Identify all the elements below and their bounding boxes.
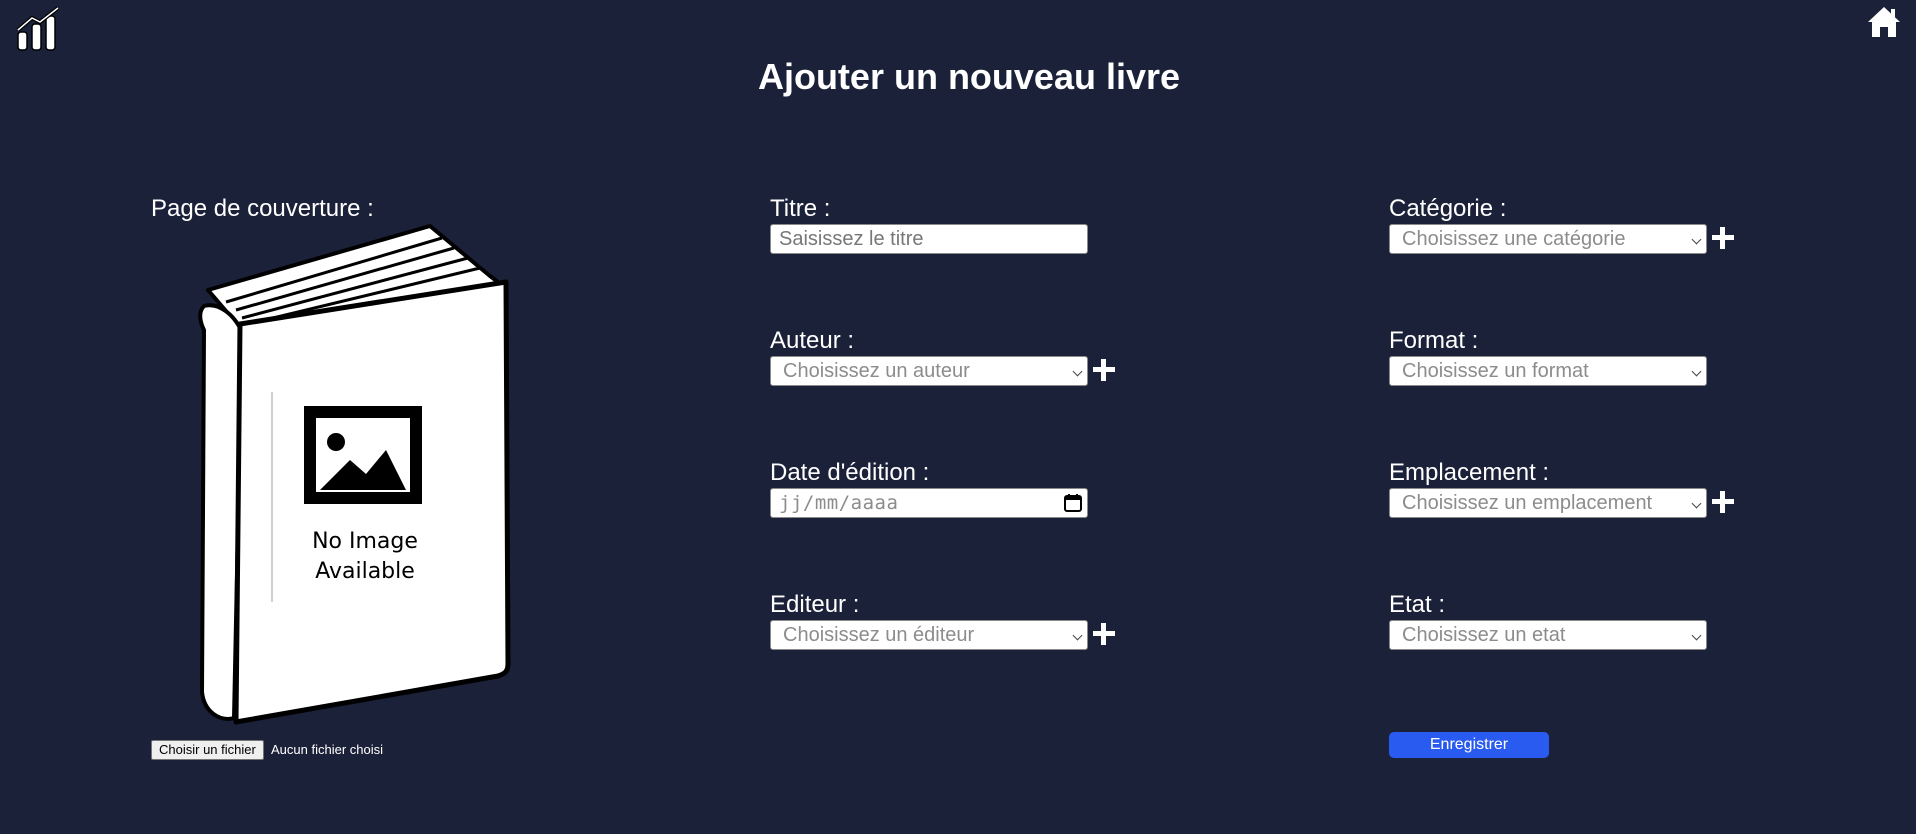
categorie-label: Catégorie : bbox=[1389, 195, 1507, 222]
format-label: Format : bbox=[1389, 327, 1479, 354]
home-icon[interactable] bbox=[1866, 4, 1902, 40]
no-image-book-illustration: No Image Available bbox=[198, 224, 511, 725]
date-placeholder: jj/mm/aaaa bbox=[779, 492, 899, 514]
choose-file-button[interactable]: Choisir un fichier bbox=[151, 740, 264, 760]
cover-label: Page de couverture : bbox=[151, 195, 374, 222]
categorie-placeholder: Choisissez une catégorie bbox=[1402, 228, 1626, 250]
format-select[interactable]: Choisissez un format bbox=[1389, 356, 1707, 386]
date-edition-label: Date d'édition : bbox=[770, 459, 930, 486]
bar-chart-logo-icon bbox=[16, 6, 60, 51]
editeur-label: Editeur : bbox=[770, 591, 860, 618]
emplacement-select[interactable]: Choisissez un emplacement bbox=[1389, 488, 1707, 518]
page-title: Ajouter un nouveau livre bbox=[757, 56, 1181, 97]
emplacement-label: Emplacement : bbox=[1389, 459, 1550, 486]
chevron-down-icon bbox=[1691, 366, 1702, 377]
chevron-down-icon bbox=[1072, 630, 1083, 641]
emplacement-placeholder: Choisissez un emplacement bbox=[1402, 492, 1653, 514]
no-image-text-line2: Available bbox=[315, 559, 415, 584]
add-emplacement-plus-icon[interactable] bbox=[1711, 490, 1735, 514]
titre-label: Titre : bbox=[770, 195, 831, 222]
file-status-text: Aucun fichier choisi bbox=[271, 742, 383, 757]
chevron-down-icon bbox=[1691, 498, 1702, 509]
format-placeholder: Choisissez un format bbox=[1402, 360, 1589, 382]
titre-input[interactable]: Saisissez le titre bbox=[770, 224, 1088, 254]
chevron-down-icon bbox=[1072, 366, 1083, 377]
titre-placeholder: Saisissez le titre bbox=[779, 228, 924, 250]
editeur-select[interactable]: Choisissez un éditeur bbox=[770, 620, 1088, 650]
auteur-select[interactable]: Choisissez un auteur bbox=[770, 356, 1088, 386]
etat-placeholder: Choisissez un etat bbox=[1402, 624, 1566, 646]
auteur-placeholder: Choisissez un auteur bbox=[783, 360, 970, 382]
etat-select[interactable]: Choisissez un etat bbox=[1389, 620, 1707, 650]
chevron-down-icon bbox=[1691, 234, 1702, 245]
save-button[interactable]: Enregistrer bbox=[1389, 732, 1549, 758]
calendar-icon[interactable] bbox=[1063, 493, 1083, 513]
add-auteur-plus-icon[interactable] bbox=[1092, 358, 1116, 382]
add-editeur-plus-icon[interactable] bbox=[1092, 622, 1116, 646]
auteur-label: Auteur : bbox=[770, 327, 855, 354]
date-edition-input[interactable]: jj/mm/aaaa bbox=[770, 488, 1088, 518]
add-categorie-plus-icon[interactable] bbox=[1711, 226, 1735, 250]
chevron-down-icon bbox=[1691, 630, 1702, 641]
etat-label: Etat : bbox=[1389, 591, 1446, 618]
categorie-select[interactable]: Choisissez une catégorie bbox=[1389, 224, 1707, 254]
editeur-placeholder: Choisissez un éditeur bbox=[783, 624, 975, 646]
no-image-text-line1: No Image bbox=[312, 529, 418, 554]
